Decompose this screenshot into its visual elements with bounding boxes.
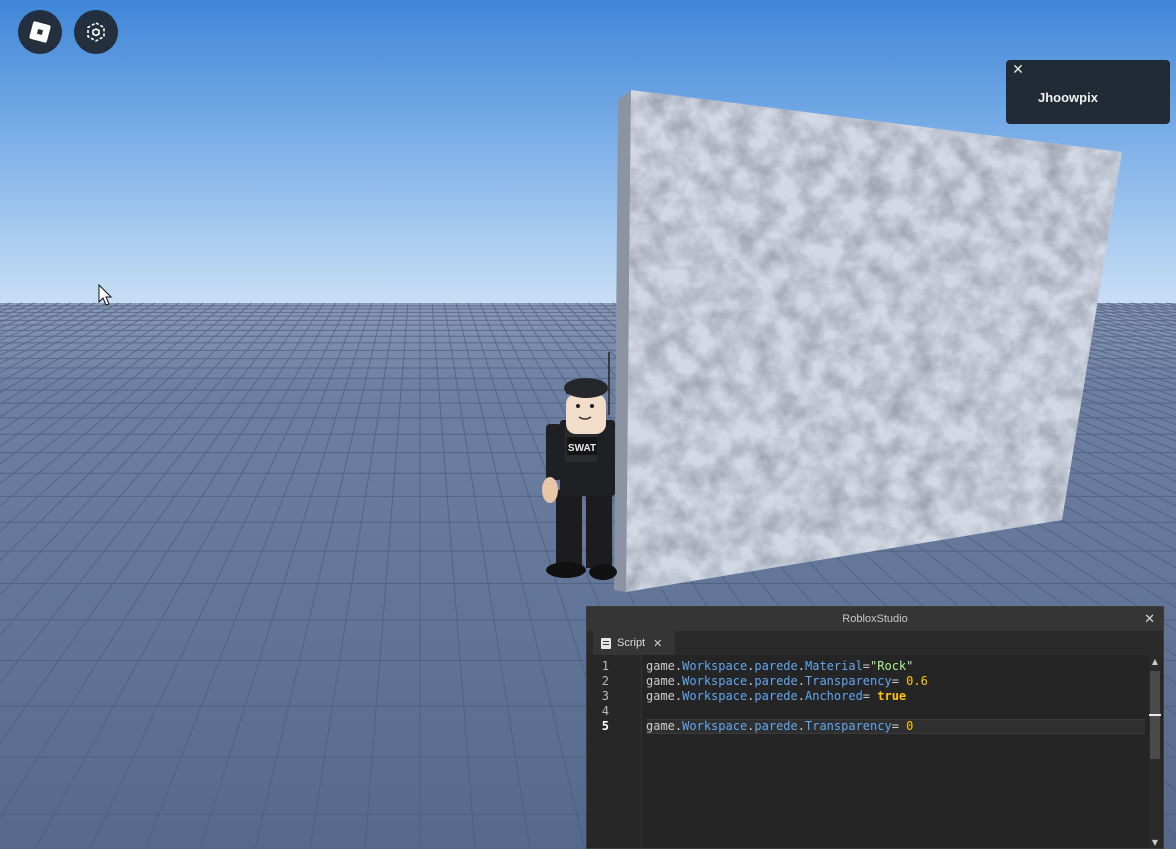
code-editor[interactable]: 12345 game.Workspace.parede.Material="Ro… [587,655,1163,848]
code-line[interactable]: game.Workspace.parede.Material="Rock" [646,659,1145,674]
code-area[interactable]: game.Workspace.parede.Material="Rock" gam… [646,659,1145,848]
tab-script-label: Script [617,637,646,649]
line-number: 1 [601,659,609,673]
code-line[interactable]: game.Workspace.parede.Transparency= 0 [646,719,1145,734]
code-line[interactable] [646,704,1145,719]
scroll-down-arrow-icon[interactable]: ▼ [1149,836,1161,848]
editor-vertical-scrollbar[interactable]: ▲ ▼ [1149,655,1161,848]
script-document-icon [601,637,611,649]
notification-close-button[interactable]: ✕ [1011,63,1025,77]
code-line[interactable]: game.Workspace.parede.Anchored= true [646,689,1145,704]
line-number: 3 [601,689,609,703]
cube-select-icon [87,22,105,42]
roblox-studio-window: RobloxStudio ✕ Script ✕ 12345 game.Works… [586,606,1164,849]
roblox-logo-icon [29,21,51,43]
studio-close-button[interactable]: ✕ [1144,611,1155,627]
scroll-position-marker [1149,714,1161,716]
selection-mode-button[interactable] [74,10,118,54]
line-number: 4 [601,704,609,718]
tab-close-button[interactable]: ✕ [653,637,662,650]
player-notification: ✕ Jhoowpix [1006,60,1170,124]
mouse-pointer-icon [98,284,113,306]
line-number: 5 [601,719,609,733]
swat-badge: SWAT [568,443,596,454]
roblox-menu-button[interactable] [18,10,62,54]
line-number-gutter: 12345 [587,655,642,848]
line-number: 2 [601,674,609,688]
studio-titlebar[interactable]: RobloxStudio ✕ [587,607,1163,631]
studio-window-title: RobloxStudio [842,613,908,625]
tab-script[interactable]: Script ✕ [593,631,675,655]
notification-player-name: Jhoowpix [1038,90,1098,105]
code-line[interactable]: game.Workspace.parede.Transparency= 0.6 [646,674,1145,689]
script-tab-bar: Script ✕ [587,631,1163,656]
scroll-up-arrow-icon[interactable]: ▲ [1149,655,1161,667]
